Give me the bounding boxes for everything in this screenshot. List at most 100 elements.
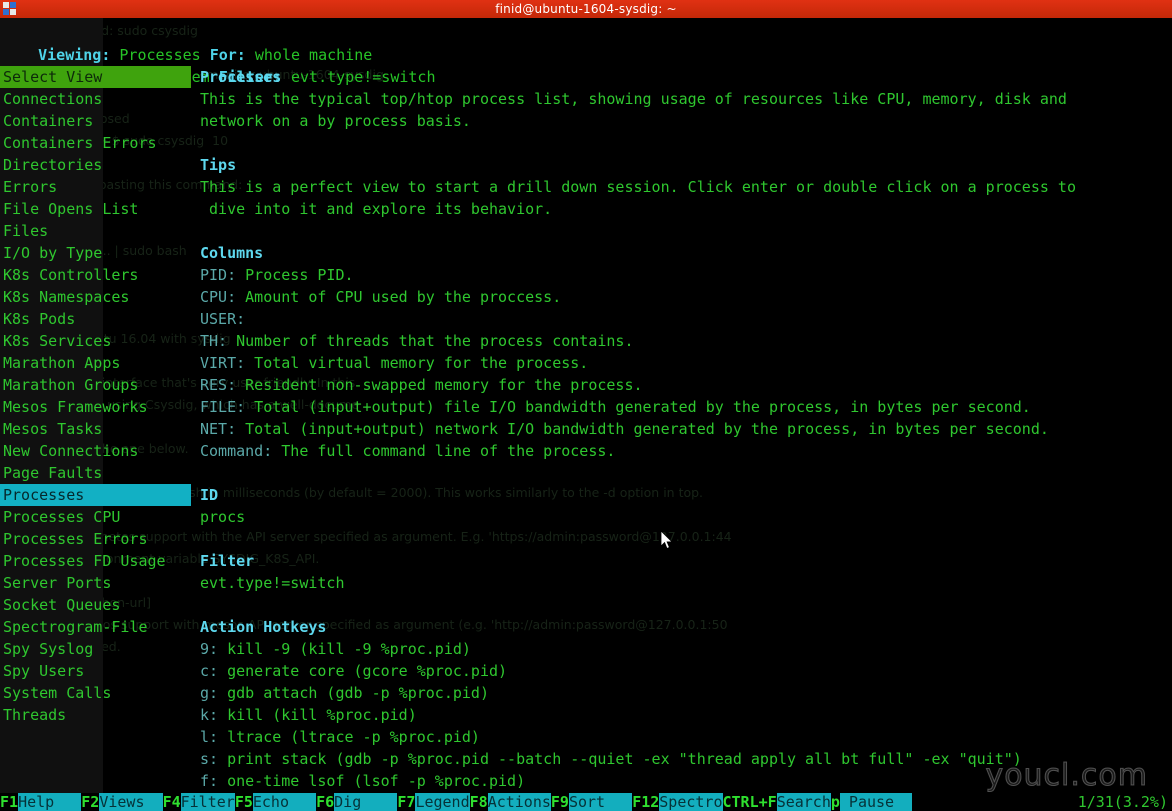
view-list-item-processes-fd-usage[interactable]: Processes FD Usage — [0, 550, 191, 572]
tips-line-1: This is a perfect view to start a drill … — [200, 176, 1172, 198]
column-name: TH: — [200, 332, 228, 350]
view-list-item-label: Server Ports — [3, 574, 112, 592]
view-list-item-marathon-groups[interactable]: Marathon Groups — [0, 374, 191, 396]
view-list-item-mesos-tasks[interactable]: Mesos Tasks — [0, 418, 191, 440]
column-description: The full command line of the process. — [272, 442, 616, 460]
fkey-label-filter[interactable]: Filter — [180, 793, 235, 811]
view-list-item-system-calls[interactable]: System Calls — [0, 682, 191, 704]
fkey-label-actions[interactable]: Actions — [487, 793, 551, 811]
hotkey-row: 9: kill -9 (kill -9 %proc.pid) — [200, 638, 1172, 660]
view-list-item-files[interactable]: Files — [0, 220, 191, 242]
fkey-f12[interactable]: F12 — [632, 793, 660, 811]
fkey-label-spectro[interactable]: Spectro — [659, 793, 723, 811]
detail-description: network on a by process basis. — [200, 112, 471, 130]
view-list-item-errors[interactable]: Errors — [0, 176, 191, 198]
fkey-f7[interactable]: F7 — [397, 793, 416, 811]
view-list-item-processes-cpu[interactable]: Processes CPU — [0, 506, 191, 528]
fkey-p[interactable]: p — [830, 793, 840, 811]
tips-heading-line: Tips — [200, 154, 1172, 176]
view-list-item-label: Mesos Frameworks — [3, 398, 148, 416]
tips-text: dive into it and explore its behavior. — [200, 200, 553, 218]
view-list-item-label: Mesos Tasks — [3, 420, 103, 438]
view-list-item-marathon-apps[interactable]: Marathon Apps — [0, 352, 191, 374]
view-list-item-label: File Opens List — [3, 200, 139, 218]
view-list-item-page-faults[interactable]: Page Faults — [0, 462, 191, 484]
hotkey-key: f: — [200, 772, 219, 790]
hotkey-key: s: — [200, 750, 219, 768]
view-list[interactable]: Connections Containers Containers Errors Di… — [0, 88, 191, 726]
fkey-f1[interactable]: F1 — [0, 793, 19, 811]
view-list-item-file-opens-list[interactable]: File Opens List — [0, 198, 191, 220]
fkey-label-views[interactable]: Views — [99, 793, 163, 811]
fkey-f6[interactable]: F6 — [316, 793, 335, 811]
view-list-item-label: Processes FD Usage — [3, 552, 166, 570]
view-list-item-k8s-namespaces[interactable]: K8s Namespaces — [0, 286, 191, 308]
view-list-item-processes[interactable]: Processes — [0, 484, 191, 506]
hotkeys-heading-line: Action Hotkeys — [200, 616, 1172, 638]
fkey-f9[interactable]: F9 — [550, 793, 569, 811]
hotkey-row: c: generate core (gcore %proc.pid) — [200, 660, 1172, 682]
fkey-label-sort[interactable]: Sort — [568, 793, 633, 811]
view-list-item-label: Processes CPU — [3, 508, 121, 526]
hotkey-description: kill (kill %proc.pid) — [218, 706, 417, 724]
detail-spacer — [200, 462, 1172, 484]
view-list-item-label: Socket Queues — [3, 596, 121, 614]
hotkey-description: gdb attach (gdb -p %proc.pid) — [218, 684, 489, 702]
fkey-f2[interactable]: F2 — [81, 793, 100, 811]
column-row: CPU: Amount of CPU used by the proccess. — [200, 286, 1172, 308]
view-list-item-label: Files — [3, 222, 49, 240]
view-list-item-k8s-pods[interactable]: K8s Pods — [0, 308, 191, 330]
hotkey-row: s: print stack (gdb -p %proc.pid --batch… — [200, 748, 1172, 770]
view-list-item-k8s-controllers[interactable]: K8s Controllers — [0, 264, 191, 286]
terminal-screen[interactable]: Unprivileged: sudo csysdig captain:/ # s… — [0, 18, 1172, 811]
view-list-item-socket-queues[interactable]: Socket Queues — [0, 594, 191, 616]
column-name: PID: — [200, 266, 237, 284]
function-key-bar[interactable]: F1 Help F2 Views F4 Filter F5 Echo F6 Dig F7 Le… — [0, 793, 1172, 811]
hotkey-description: generate core (gcore %proc.pid) — [218, 662, 508, 680]
view-list-item-label: Processes — [3, 486, 85, 504]
filter-value-line: evt.type!=switch — [200, 572, 1172, 594]
fkey-label-legend[interactable]: Legend — [415, 793, 470, 811]
view-list-item-connections[interactable]: Connections — [0, 88, 191, 110]
hotkey-description: ltrace (ltrace -p %proc.pid) — [218, 728, 480, 746]
status-count: 1/31(3.2%) — [1077, 793, 1172, 811]
hotkey-row: g: gdb attach (gdb -p %proc.pid) — [200, 682, 1172, 704]
view-list-item-processes-errors[interactable]: Processes Errors — [0, 528, 191, 550]
id-value: procs — [200, 508, 246, 526]
detail-spacer — [200, 528, 1172, 550]
view-list-item-directories[interactable]: Directories — [0, 154, 191, 176]
column-description: Total virtual memory for the process. — [245, 354, 589, 372]
view-list-item-spy-users[interactable]: Spy Users — [0, 660, 191, 682]
tips-text: This is a perfect view to start a drill … — [200, 178, 1076, 196]
hotkey-key: l: — [200, 728, 219, 746]
fkey-f5[interactable]: F5 — [234, 793, 253, 811]
fkey-label-echo[interactable]: Echo — [252, 793, 317, 811]
view-list-item-spy-syslog[interactable]: Spy Syslog — [0, 638, 191, 660]
fkey-label-help[interactable]: Help — [18, 793, 82, 811]
view-list-item-containers-errors[interactable]: Containers Errors — [0, 132, 191, 154]
fkey-f4[interactable]: F4 — [162, 793, 181, 811]
column-row: VIRT: Total virtual memory for the proce… — [200, 352, 1172, 374]
fkey-label-dig[interactable]: Dig — [334, 793, 398, 811]
view-list-item-label: K8s Services — [3, 332, 112, 350]
fkey-ctrlf[interactable]: CTRL+F — [722, 793, 777, 811]
fkey-label-pause[interactable]: Pause — [839, 793, 913, 811]
window-titlebar: finid@ubuntu-1604-sysdig: ~ — [0, 0, 1172, 18]
fkey-f8[interactable]: F8 — [469, 793, 488, 811]
view-list-item-containers[interactable]: Containers — [0, 110, 191, 132]
column-name: Command: — [200, 442, 273, 460]
view-list-item-label: Spy Syslog — [3, 640, 94, 658]
view-list-item-i-o-by-type[interactable]: I/O by Type — [0, 242, 191, 264]
view-list-item-new-connections[interactable]: New Connections — [0, 440, 191, 462]
view-detail-pane: Processes This is the typical top/htop pr… — [200, 66, 1172, 792]
view-list-item-k8s-services[interactable]: K8s Services — [0, 330, 191, 352]
detail-spacer — [200, 220, 1172, 242]
view-list-item-threads[interactable]: Threads — [0, 704, 191, 726]
view-list-item-label: Processes Errors — [3, 530, 148, 548]
view-list-item-spectrogram-file[interactable]: Spectrogram-File — [0, 616, 191, 638]
fkey-label-search[interactable]: Search — [776, 793, 831, 811]
select-view-title: Select View — [0, 66, 191, 88]
view-list-item-mesos-frameworks[interactable]: Mesos Frameworks — [0, 396, 191, 418]
column-row: Command: The full command line of the pr… — [200, 440, 1172, 462]
view-list-item-server-ports[interactable]: Server Ports — [0, 572, 191, 594]
